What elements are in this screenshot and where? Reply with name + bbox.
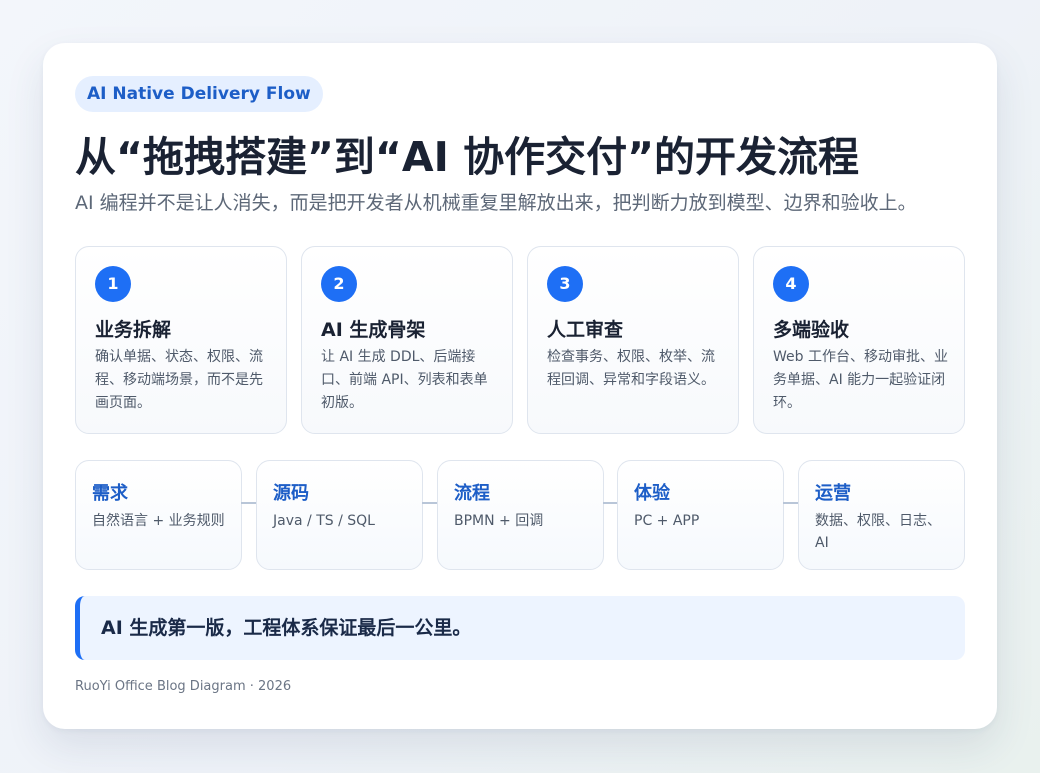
flow-node-description: Java / TS / SQL <box>273 513 375 529</box>
flow-node-title: 体验 <box>634 483 670 504</box>
flow-node-title: 运营 <box>815 483 851 504</box>
step-description: Web 工作台、移动审批、业务单据、AI 能力一起验证闭环。 <box>773 349 948 411</box>
step-card-1: 1 业务拆解 确认单据、状态、权限、流程、移动端场景，而不是先画页面。 <box>75 246 287 434</box>
flow-connector <box>783 502 799 504</box>
callout-text: AI 生成第一版，工程体系保证最后一公里。 <box>101 617 472 639</box>
flow-node-requirements: 需求 自然语言 + 业务规则 <box>75 460 242 570</box>
step-card-2: 2 AI 生成骨架 让 AI 生成 DDL、后端接口、前端 API、列表和表单初… <box>301 246 513 434</box>
callout-banner: AI 生成第一版，工程体系保证最后一公里。 <box>75 596 965 660</box>
flow-node-description: PC + APP <box>634 513 700 529</box>
step-number-badge: 2 <box>321 266 357 302</box>
flow-node-description: 自然语言 + 业务规则 <box>92 513 225 529</box>
step-card-4: 4 多端验收 Web 工作台、移动审批、业务单据、AI 能力一起验证闭环。 <box>753 246 965 434</box>
flow-row: 需求 自然语言 + 业务规则 源码 Java / TS / SQL 流程 BPM… <box>75 460 965 570</box>
footer-caption: RuoYi Office Blog Diagram · 2026 <box>75 679 292 694</box>
flow-node-title: 源码 <box>273 483 309 504</box>
flow-connector <box>422 502 438 504</box>
flow-connector <box>241 502 257 504</box>
badge: AI Native Delivery Flow <box>75 76 323 112</box>
step-number-badge: 1 <box>95 266 131 302</box>
step-title: 人工审查 <box>547 319 624 341</box>
step-title: 业务拆解 <box>95 319 172 341</box>
flow-node-process: 流程 BPMN + 回调 <box>437 460 604 570</box>
step-description: 确认单据、状态、权限、流程、移动端场景，而不是先画页面。 <box>95 349 263 411</box>
step-title: 多端验收 <box>773 319 850 341</box>
page-title: 从“拖拽搭建”到“AI 协作交付”的开发流程 <box>75 133 860 181</box>
flow-node-operations: 运营 数据、权限、日志、AI <box>798 460 965 570</box>
step-number-badge: 3 <box>547 266 583 302</box>
step-title: AI 生成骨架 <box>321 319 426 341</box>
flow-node-title: 需求 <box>92 483 128 504</box>
flow-node-title: 流程 <box>454 483 490 504</box>
flow-node-experience: 体验 PC + APP <box>617 460 784 570</box>
flow-node-description: 数据、权限、日志、AI <box>815 513 941 551</box>
steps-row: 1 业务拆解 确认单据、状态、权限、流程、移动端场景，而不是先画页面。 2 AI… <box>75 246 965 434</box>
diagram-card: AI Native Delivery Flow 从“拖拽搭建”到“AI 协作交付… <box>43 43 997 729</box>
step-card-3: 3 人工审查 检查事务、权限、枚举、流程回调、异常和字段语义。 <box>527 246 739 434</box>
flow-node-description: BPMN + 回调 <box>454 513 544 529</box>
step-description: 让 AI 生成 DDL、后端接口、前端 API、列表和表单初版。 <box>321 349 488 411</box>
step-number-badge: 4 <box>773 266 809 302</box>
page-subtitle: AI 编程并不是让人消失，而是把开发者从机械重复里解放出来，把判断力放到模型、边… <box>75 192 917 214</box>
flow-node-source: 源码 Java / TS / SQL <box>256 460 423 570</box>
step-description: 检查事务、权限、枚举、流程回调、异常和字段语义。 <box>547 349 715 388</box>
